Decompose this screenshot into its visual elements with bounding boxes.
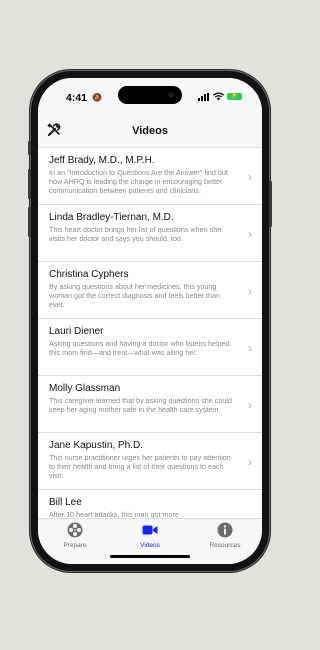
video-description: This nurse practitioner urges her patien… bbox=[49, 453, 231, 481]
tab-label: Videos bbox=[140, 542, 160, 549]
signal-icon bbox=[198, 93, 210, 101]
video-title: Jane Kapustin, Ph.D. bbox=[49, 440, 143, 451]
video-description: Asking questions and having a doctor who… bbox=[49, 339, 230, 358]
home-indicator[interactable] bbox=[110, 555, 190, 558]
camera-dot bbox=[168, 92, 174, 98]
tab-label: Resources bbox=[209, 542, 241, 549]
page-title: Videos bbox=[132, 125, 168, 137]
tab-resources[interactable]: Resources bbox=[188, 522, 262, 549]
dynamic-island bbox=[118, 86, 182, 104]
video-title: Bill Lee bbox=[49, 497, 82, 508]
video-description: In an "Introduction to Questions Are the… bbox=[49, 168, 228, 196]
battery-charging-icon: ⚡ bbox=[227, 93, 242, 100]
film-reel-icon bbox=[67, 522, 83, 538]
status-bar: 4:41 🔕 ⚡ bbox=[38, 78, 262, 114]
chevron-right-icon: › bbox=[248, 227, 252, 241]
video-list-item[interactable]: Molly Glassman This caregiver learned tha… bbox=[38, 376, 262, 433]
wifi-icon bbox=[213, 92, 224, 103]
video-list: Jeff Brady, M.D., M.P.H. In an "Introduct… bbox=[38, 148, 262, 518]
action-button bbox=[28, 141, 31, 155]
video-list-item[interactable]: Christina Cyphers By asking questions abo… bbox=[38, 262, 262, 319]
video-description: This heart doctor brings her list of que… bbox=[49, 225, 222, 244]
tab-prepare[interactable]: Prepare bbox=[38, 522, 112, 549]
phone-frame: 4:41 🔕 ⚡ Videos Jeff Brady, M.D., M.P.H.… bbox=[28, 71, 272, 571]
chevron-right-icon: › bbox=[248, 341, 252, 355]
power-button bbox=[269, 181, 272, 227]
info-icon bbox=[217, 522, 233, 538]
video-list-item[interactable]: Linda Bradley-Tiernan, M.D. This heart do… bbox=[38, 205, 262, 262]
video-description: By asking questions about her medicines,… bbox=[49, 282, 221, 310]
volume-down-button bbox=[28, 207, 31, 237]
chevron-right-icon: › bbox=[248, 455, 252, 469]
video-list-item[interactable]: Jane Kapustin, Ph.D. This nurse practitio… bbox=[38, 433, 262, 490]
video-description: After 10 heart attacks, this man got mor… bbox=[49, 510, 179, 518]
video-list-item[interactable]: Jeff Brady, M.D., M.P.H. In an "Introduct… bbox=[38, 148, 262, 205]
chevron-right-icon: › bbox=[248, 398, 252, 412]
bell-mute-icon: 🔕 bbox=[92, 93, 102, 102]
screen: 4:41 🔕 ⚡ Videos Jeff Brady, M.D., M.P.H.… bbox=[38, 78, 262, 564]
video-title: Lauri Diener bbox=[49, 326, 104, 337]
volume-up-button bbox=[28, 169, 31, 199]
video-description: This caregiver learned that by asking qu… bbox=[49, 396, 232, 415]
video-camera-icon bbox=[142, 525, 158, 535]
nav-bar: Videos bbox=[38, 114, 262, 148]
status-time: 4:41 bbox=[66, 92, 88, 104]
video-list-item[interactable]: Bill Lee After 10 heart attacks, this man… bbox=[38, 490, 262, 518]
video-title: Christina Cyphers bbox=[49, 269, 129, 280]
video-title: Linda Bradley-Tiernan, M.D. bbox=[49, 212, 174, 223]
video-title: Molly Glassman bbox=[49, 383, 121, 394]
tab-label: Prepare bbox=[63, 542, 87, 549]
video-title: Jeff Brady, M.D., M.P.H. bbox=[49, 155, 155, 166]
tab-videos[interactable]: Videos bbox=[113, 522, 187, 549]
video-list-item[interactable]: Lauri Diener Asking questions and having … bbox=[38, 319, 262, 376]
chevron-right-icon: › bbox=[248, 170, 252, 184]
chevron-right-icon: › bbox=[248, 284, 252, 298]
